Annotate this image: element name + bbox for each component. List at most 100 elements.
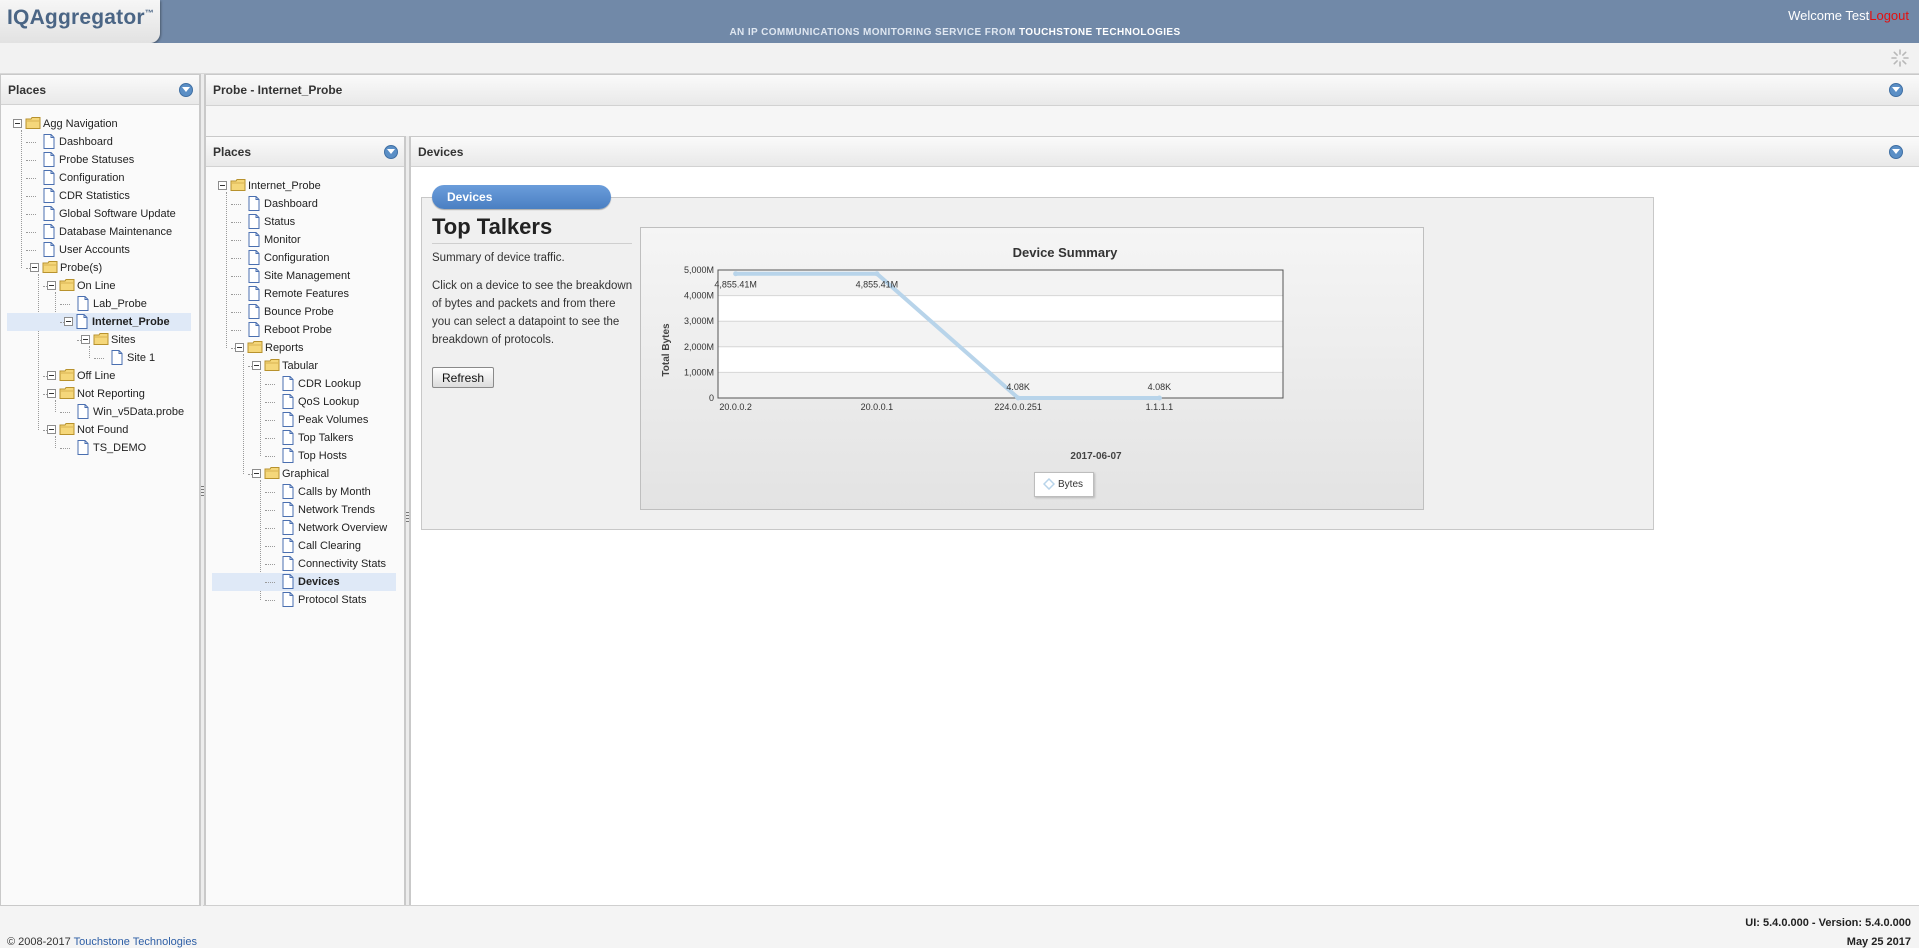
tree-label: Network Overview — [298, 522, 388, 534]
collapse-toggle-icon[interactable] — [252, 361, 261, 370]
tree-connector — [231, 330, 241, 331]
tree-label: Dashboard — [264, 198, 318, 210]
tree-label: Lab_Probe — [93, 298, 147, 310]
tree-connector — [265, 402, 275, 403]
collapse-toggle-icon[interactable] — [47, 389, 56, 398]
data-label: 4.08K — [1148, 382, 1172, 392]
tree-label: Tabular — [282, 360, 319, 372]
collapse-toggle-icon[interactable] — [235, 343, 244, 352]
collapse-toggle-icon[interactable] — [13, 119, 22, 128]
tagline: AN IP COMMUNICATIONS MONITORING SERVICE … — [640, 27, 1270, 38]
collapse-toggle-icon[interactable] — [64, 317, 73, 326]
tree-connector — [38, 274, 39, 430]
places-panel-probe: Places Internet_Probe Dashboard Status Moni… — [205, 136, 405, 906]
chart-legend[interactable]: Bytes — [1034, 472, 1094, 497]
top-talkers-description: Click on a device to see the breakdown o… — [432, 280, 633, 346]
collapse-toggle-icon[interactable] — [81, 335, 90, 344]
tree-label: Graphical — [282, 468, 330, 480]
collapse-toggle-icon[interactable] — [47, 371, 56, 380]
logo-text: IQAggregator™ — [7, 6, 154, 30]
chart-title: Device Summary — [1013, 245, 1119, 260]
data-label: 4,855.41M — [714, 280, 757, 290]
probe-panel-title: Probe - Internet_Probe — [213, 83, 343, 97]
data-point[interactable] — [733, 271, 739, 277]
tree-label: Status — [264, 216, 296, 228]
x-axis-label: 2017-06-07 — [1070, 451, 1122, 462]
tree-connector — [231, 294, 241, 295]
tree-connector — [265, 528, 275, 529]
tree-connector — [89, 346, 90, 358]
footer-divider — [203, 905, 1919, 906]
splitter-grip[interactable] — [201, 486, 204, 496]
chevron-down-icon — [1892, 87, 1900, 92]
tagline-brand: TOUCHSTONE TECHNOLOGIES — [1018, 27, 1181, 38]
collapse-toggle-icon[interactable] — [47, 425, 56, 434]
tree-label: Peak Volumes — [298, 414, 369, 426]
logout-link[interactable]: Logout — [1869, 8, 1909, 23]
tree-label: Not Reporting — [77, 388, 145, 400]
probe-subheader — [206, 106, 1919, 137]
folder-icon — [230, 178, 246, 198]
tree-label: Connectivity Stats — [298, 558, 387, 570]
logo-name: IQAggregator — [7, 6, 145, 29]
tree-connector — [231, 276, 241, 277]
places-panel-left-title: Places — [8, 83, 47, 97]
tree-connector — [265, 438, 275, 439]
data-point[interactable] — [874, 271, 880, 277]
data-label: 4.08K — [1006, 382, 1030, 392]
folder-icon — [264, 358, 280, 378]
top-talkers-heading: Top Talkers — [432, 214, 553, 239]
tree-connector — [94, 358, 104, 359]
grid-band — [718, 372, 1283, 398]
tree-connector — [231, 312, 241, 313]
collapse-toggle-icon[interactable] — [252, 469, 261, 478]
build-date: May 25 2017 — [1846, 936, 1911, 948]
company-link[interactable]: Touchstone Technologies — [74, 936, 197, 948]
device-summary-svg: Device Summary 0 1,000M 2,000M 3,000M 4,000M… — [661, 245, 1284, 462]
probe-panel-header: Probe - Internet_Probe — [206, 75, 1919, 106]
refresh-button[interactable]: Refresh — [432, 367, 494, 388]
tree-connector — [26, 232, 36, 233]
splitter-grip[interactable] — [406, 512, 409, 522]
x-tick-label: 20.0.0.2 — [719, 402, 752, 412]
tree-label: Sites — [111, 334, 136, 346]
y-tick-label: 5,000M — [684, 265, 714, 275]
tree-label: Top Talkers — [298, 432, 354, 444]
app-header: IQAggregator™ AN IP COMMUNICATIONS MONIT… — [0, 0, 1919, 43]
chevron-down-icon — [182, 87, 190, 92]
places-panel-left-header: Places — [1, 75, 199, 105]
tree-connector — [26, 142, 36, 143]
tree-label: On Line — [77, 280, 116, 292]
tree-connector — [26, 250, 36, 251]
toolbar-strip — [0, 43, 1919, 74]
tree-connector — [231, 240, 241, 241]
tree-connector — [55, 400, 56, 412]
collapse-devices-panel-button[interactable] — [1889, 145, 1903, 159]
tree-label: Protocol Stats — [298, 594, 367, 606]
tree-connector — [231, 204, 241, 205]
logo[interactable]: IQAggregator™ — [0, 0, 160, 43]
data-point[interactable] — [1156, 395, 1162, 401]
tree-label: CDR Lookup — [298, 378, 361, 390]
tree-label: Agg Navigation — [43, 118, 118, 130]
page-icon — [76, 314, 88, 335]
collapse-left-panel-button[interactable] — [179, 83, 193, 97]
tree-connector — [265, 564, 275, 565]
y-tick-label: 0 — [709, 393, 714, 403]
collapse-toggle-icon[interactable] — [218, 181, 227, 190]
series-symbol-icon — [1043, 478, 1055, 490]
heading-divider — [432, 243, 632, 244]
tree-connector — [265, 492, 275, 493]
tagline-prefix: AN IP COMMUNICATIONS MONITORING SERVICE … — [729, 27, 1019, 38]
tree-label: Global Software Update — [59, 208, 176, 220]
collapse-toggle-icon[interactable] — [30, 263, 39, 272]
chevron-down-icon — [387, 149, 395, 154]
collapse-probe-panel-button[interactable] — [1889, 83, 1903, 97]
data-point[interactable] — [1015, 395, 1021, 401]
tree-label: Network Trends — [298, 504, 376, 516]
places-panel-left: Places Agg Navigation Dashboard Probe Stat… — [0, 74, 200, 906]
collapse-middle-panel-button[interactable] — [384, 145, 398, 159]
tree-label: TS_DEMO — [93, 442, 147, 454]
tree-label: Configuration — [264, 252, 330, 264]
collapse-toggle-icon[interactable] — [47, 281, 56, 290]
